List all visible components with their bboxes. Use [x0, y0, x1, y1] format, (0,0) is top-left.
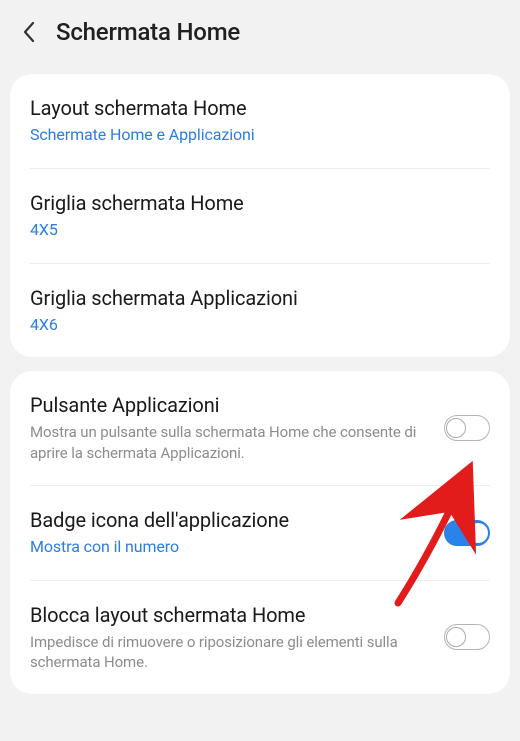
row-subtitle: Mostra con il numero — [30, 537, 430, 558]
row-title: Griglia schermata Home — [30, 191, 490, 216]
toggle-knob — [446, 418, 466, 438]
toggle-lock-layout[interactable] — [444, 624, 490, 650]
row-subtitle: Schermate Home e Applicazioni — [30, 125, 490, 146]
row-text: Pulsante Applicazioni Mostra un pulsante… — [30, 393, 430, 463]
row-title: Blocca layout schermata Home — [30, 603, 430, 628]
row-lock-layout[interactable]: Blocca layout schermata Home Impedisce d… — [10, 581, 510, 695]
back-icon[interactable] — [22, 21, 36, 43]
page-title: Schermata Home — [56, 18, 240, 46]
toggle-apps-button[interactable] — [444, 415, 490, 441]
row-text: Griglia schermata Home 4X5 — [30, 191, 490, 241]
row-text: Griglia schermata Applicazioni 4X6 — [30, 286, 490, 336]
row-grid-apps[interactable]: Griglia schermata Applicazioni 4X6 — [10, 264, 510, 358]
row-title: Badge icona dell'applicazione — [30, 508, 430, 533]
row-layout-home[interactable]: Layout schermata Home Schermate Home e A… — [10, 74, 510, 168]
row-grid-home[interactable]: Griglia schermata Home 4X5 — [10, 169, 510, 263]
row-subtitle: 4X6 — [30, 315, 490, 336]
row-description: Mostra un pulsante sulla schermata Home … — [30, 422, 430, 463]
row-title: Griglia schermata Applicazioni — [30, 286, 490, 311]
toggle-badge-icon[interactable] — [444, 520, 490, 546]
toggle-knob — [446, 627, 466, 647]
settings-group-layout: Layout schermata Home Schermate Home e A… — [10, 74, 510, 357]
row-text: Layout schermata Home Schermate Home e A… — [30, 96, 490, 146]
row-description: Impedisce di rimuovere o riposizionare g… — [30, 632, 430, 673]
row-title: Layout schermata Home — [30, 96, 490, 121]
row-title: Pulsante Applicazioni — [30, 393, 430, 418]
settings-group-options: Pulsante Applicazioni Mostra un pulsante… — [10, 371, 510, 694]
row-subtitle: 4X5 — [30, 220, 490, 241]
row-badge-icon[interactable]: Badge icona dell'applicazione Mostra con… — [10, 486, 510, 580]
header-bar: Schermata Home — [0, 0, 520, 64]
row-text: Blocca layout schermata Home Impedisce d… — [30, 603, 430, 673]
toggle-knob — [468, 523, 488, 543]
row-text: Badge icona dell'applicazione Mostra con… — [30, 508, 430, 558]
row-apps-button[interactable]: Pulsante Applicazioni Mostra un pulsante… — [10, 371, 510, 485]
